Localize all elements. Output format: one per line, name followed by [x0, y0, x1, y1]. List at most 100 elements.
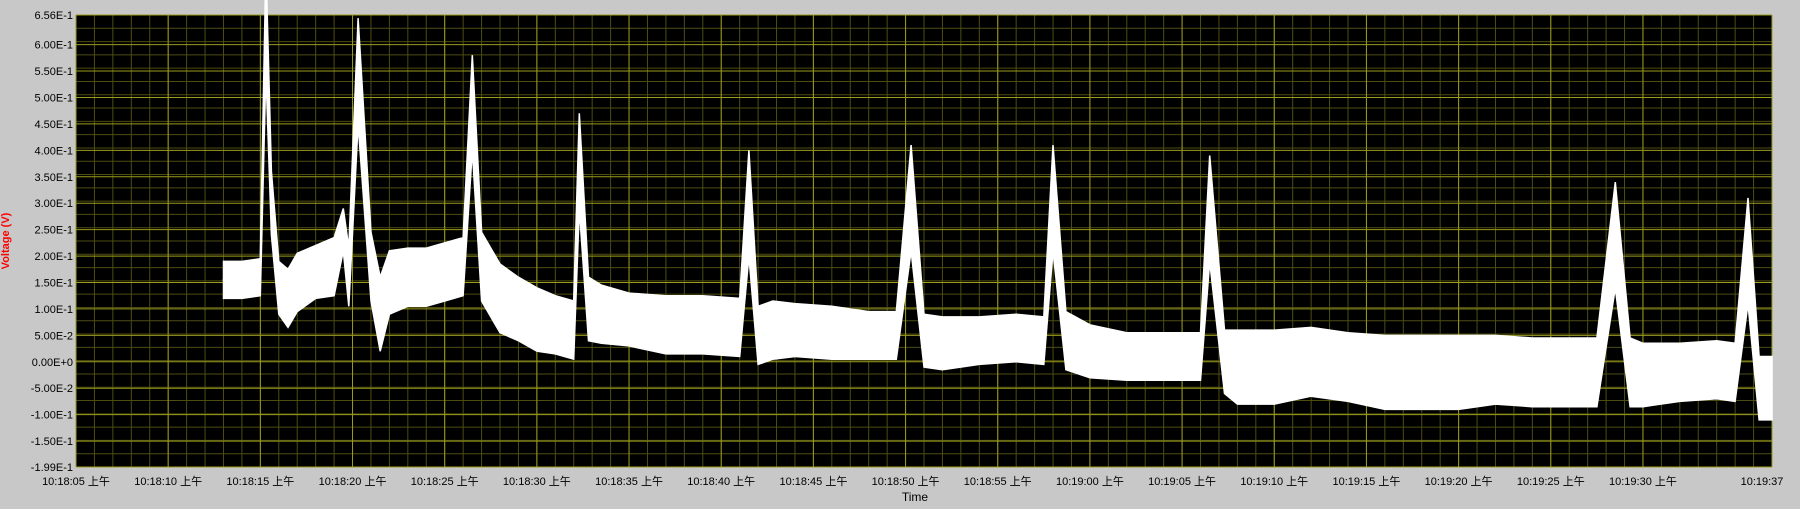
- data-point: [628, 318, 630, 321]
- y-tick-label: 3.00E-1: [34, 198, 73, 210]
- data-point: [357, 70, 360, 72]
- data-point: [471, 101, 474, 104]
- data-point: [222, 278, 225, 281]
- y-tick-label: 3.50E-1: [34, 172, 73, 184]
- data-point: [1531, 371, 1534, 374]
- data-point: [747, 202, 750, 205]
- data-point: [1758, 387, 1761, 390]
- x-tick-label: 10:18:55 上午: [964, 475, 1032, 488]
- data-point: [1162, 355, 1165, 358]
- y-tick-label: 2.50E-1: [34, 225, 73, 237]
- data-point: [1771, 387, 1773, 390]
- y-tick-label: -1.99E-1: [31, 462, 73, 474]
- x-tick-label: 10:19:10 上午: [1240, 475, 1308, 488]
- data-point: [270, 202, 273, 205]
- x-tick-label: 10:18:05 上午: [42, 475, 110, 488]
- data-point: [499, 297, 501, 300]
- y-tick-label: 0.00E+0: [32, 357, 73, 369]
- x-tick-label: 10:19:00 上午: [1056, 475, 1124, 488]
- data-point: [1125, 355, 1128, 358]
- data-point: [347, 276, 350, 279]
- y-tick-label: -5.00E-2: [31, 383, 73, 395]
- y-tick-label: 5.50E-1: [34, 66, 73, 78]
- data-point: [277, 286, 280, 289]
- data-point: [425, 276, 428, 279]
- data-point: [1678, 371, 1681, 374]
- data-point: [406, 276, 409, 279]
- data-point: [1052, 196, 1054, 199]
- data-point: [1734, 371, 1737, 374]
- data-point: [895, 334, 898, 337]
- y-tick-label: 2.00E-1: [34, 251, 73, 263]
- y-tick-label: 1.50E-1: [34, 277, 73, 289]
- data-point: [370, 265, 372, 268]
- data-point: [1310, 360, 1313, 363]
- y-tick-label: 4.50E-1: [34, 119, 73, 131]
- x-tick-label: 10:19:15 上午: [1332, 475, 1400, 488]
- data-point: [1042, 339, 1045, 342]
- data-point: [554, 323, 557, 326]
- data-point: [1747, 249, 1749, 252]
- data-point: [379, 313, 382, 316]
- data-point: [1088, 350, 1091, 353]
- data-point: [259, 276, 262, 279]
- y-tick-label: -1.00E-1: [31, 410, 73, 422]
- data-point: [264, 17, 267, 20]
- data-point: [1064, 339, 1067, 342]
- data-point: [587, 307, 590, 310]
- data-point: [296, 281, 299, 284]
- data-point: [578, 159, 581, 162]
- x-tick-label: 10:19:05 上午: [1148, 475, 1216, 488]
- data-point: [771, 329, 774, 332]
- y-tick-label: 6.56E-1: [34, 10, 73, 22]
- data-point: [480, 265, 483, 268]
- data-point: [1629, 371, 1632, 374]
- data-point: [794, 329, 796, 332]
- data-point: [1223, 360, 1226, 363]
- x-axis-label: Time: [902, 490, 929, 504]
- data-point: [1383, 371, 1386, 374]
- data-point: [830, 331, 833, 334]
- data-point: [1236, 366, 1239, 369]
- data-point: [535, 318, 538, 321]
- data-point: [757, 334, 760, 337]
- data-point: [1642, 374, 1644, 376]
- x-tick-label: 10:18:10 上午: [134, 475, 202, 488]
- data-point: [462, 265, 465, 268]
- data-point: [600, 313, 603, 316]
- data-point: [1494, 368, 1497, 371]
- data-point: [1568, 371, 1571, 374]
- data-point: [1347, 366, 1349, 369]
- data-point: [738, 326, 741, 329]
- data-point: [1457, 371, 1460, 374]
- data-point: [314, 270, 317, 273]
- x-tick-label: 10:18:25 上午: [411, 475, 479, 488]
- y-axis-label: Voltage (V): [0, 212, 12, 269]
- x-tick-label: 10:19:37: [1741, 476, 1784, 488]
- data-point: [1208, 207, 1211, 210]
- chart-root: 6.56E-1 6.00E-1 5.50E-1 5.00E-1 4.50E-1 4.00E…: [0, 0, 1800, 504]
- data-point: [333, 265, 336, 268]
- y-tick-label: 1.00E-1: [34, 304, 73, 316]
- data-point: [1273, 366, 1276, 369]
- data-point: [867, 334, 870, 337]
- x-tick-label: 10:18:35 上午: [595, 475, 663, 488]
- data-point: [1420, 371, 1423, 374]
- data-point: [1715, 368, 1718, 371]
- voltage-chart: 6.56E-1 6.00E-1 5.50E-1 5.00E-1 4.50E-1 4.00E…: [0, 0, 1800, 504]
- data-point: [517, 307, 520, 310]
- data-point: [664, 323, 667, 326]
- data-point: [923, 339, 925, 342]
- data-point: [1614, 233, 1617, 236]
- x-tick-label: 10:18:20 上午: [319, 475, 387, 488]
- data-point: [388, 281, 391, 284]
- data-point: [1199, 355, 1202, 358]
- x-tick-label: 10:19:30 上午: [1609, 475, 1677, 488]
- y-tick-label: 6.00E-1: [34, 40, 73, 52]
- y-tick-label: 4.00E-1: [34, 145, 73, 157]
- data-point: [910, 196, 913, 199]
- data-point: [342, 228, 345, 231]
- x-tick-label: 10:18:40 上午: [687, 475, 755, 488]
- data-point: [572, 329, 575, 332]
- x-tick-label: 10:18:30 上午: [503, 475, 571, 488]
